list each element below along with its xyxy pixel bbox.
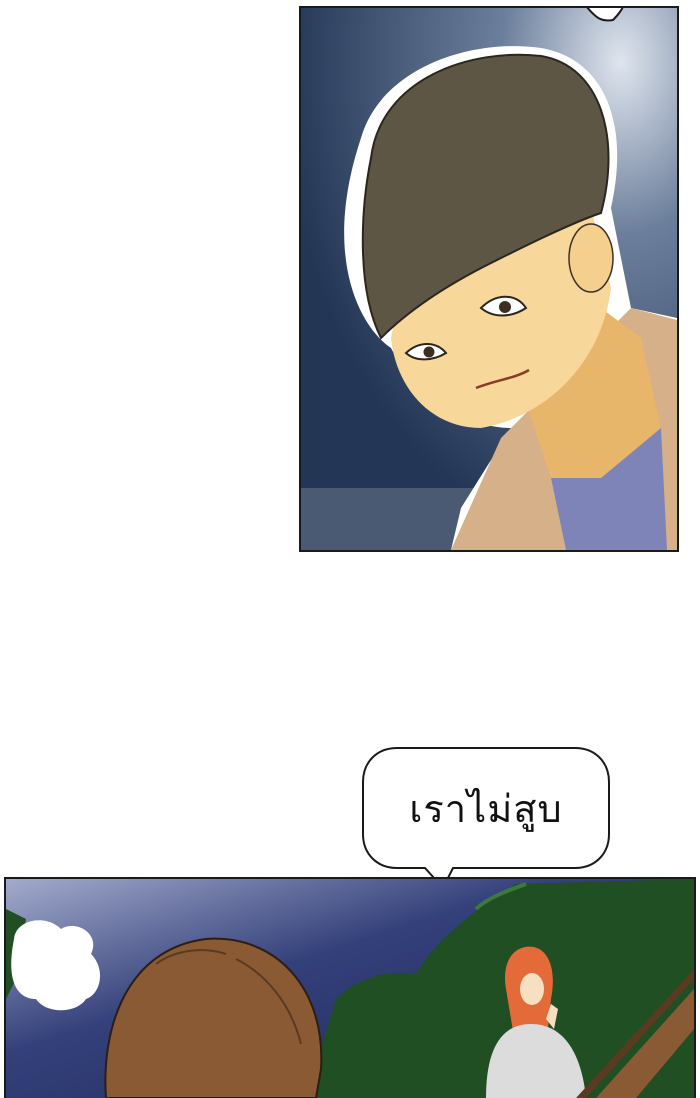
comic-panel-night-scene xyxy=(4,877,696,1098)
night-scene-illustration xyxy=(6,879,694,1098)
comic-panel-closeup xyxy=(299,6,679,552)
speech-bubble: เราไม่สูบ xyxy=(361,746,611,890)
closeup-illustration xyxy=(301,8,677,550)
speech-bubble-text: เราไม่สูบ xyxy=(409,786,563,831)
